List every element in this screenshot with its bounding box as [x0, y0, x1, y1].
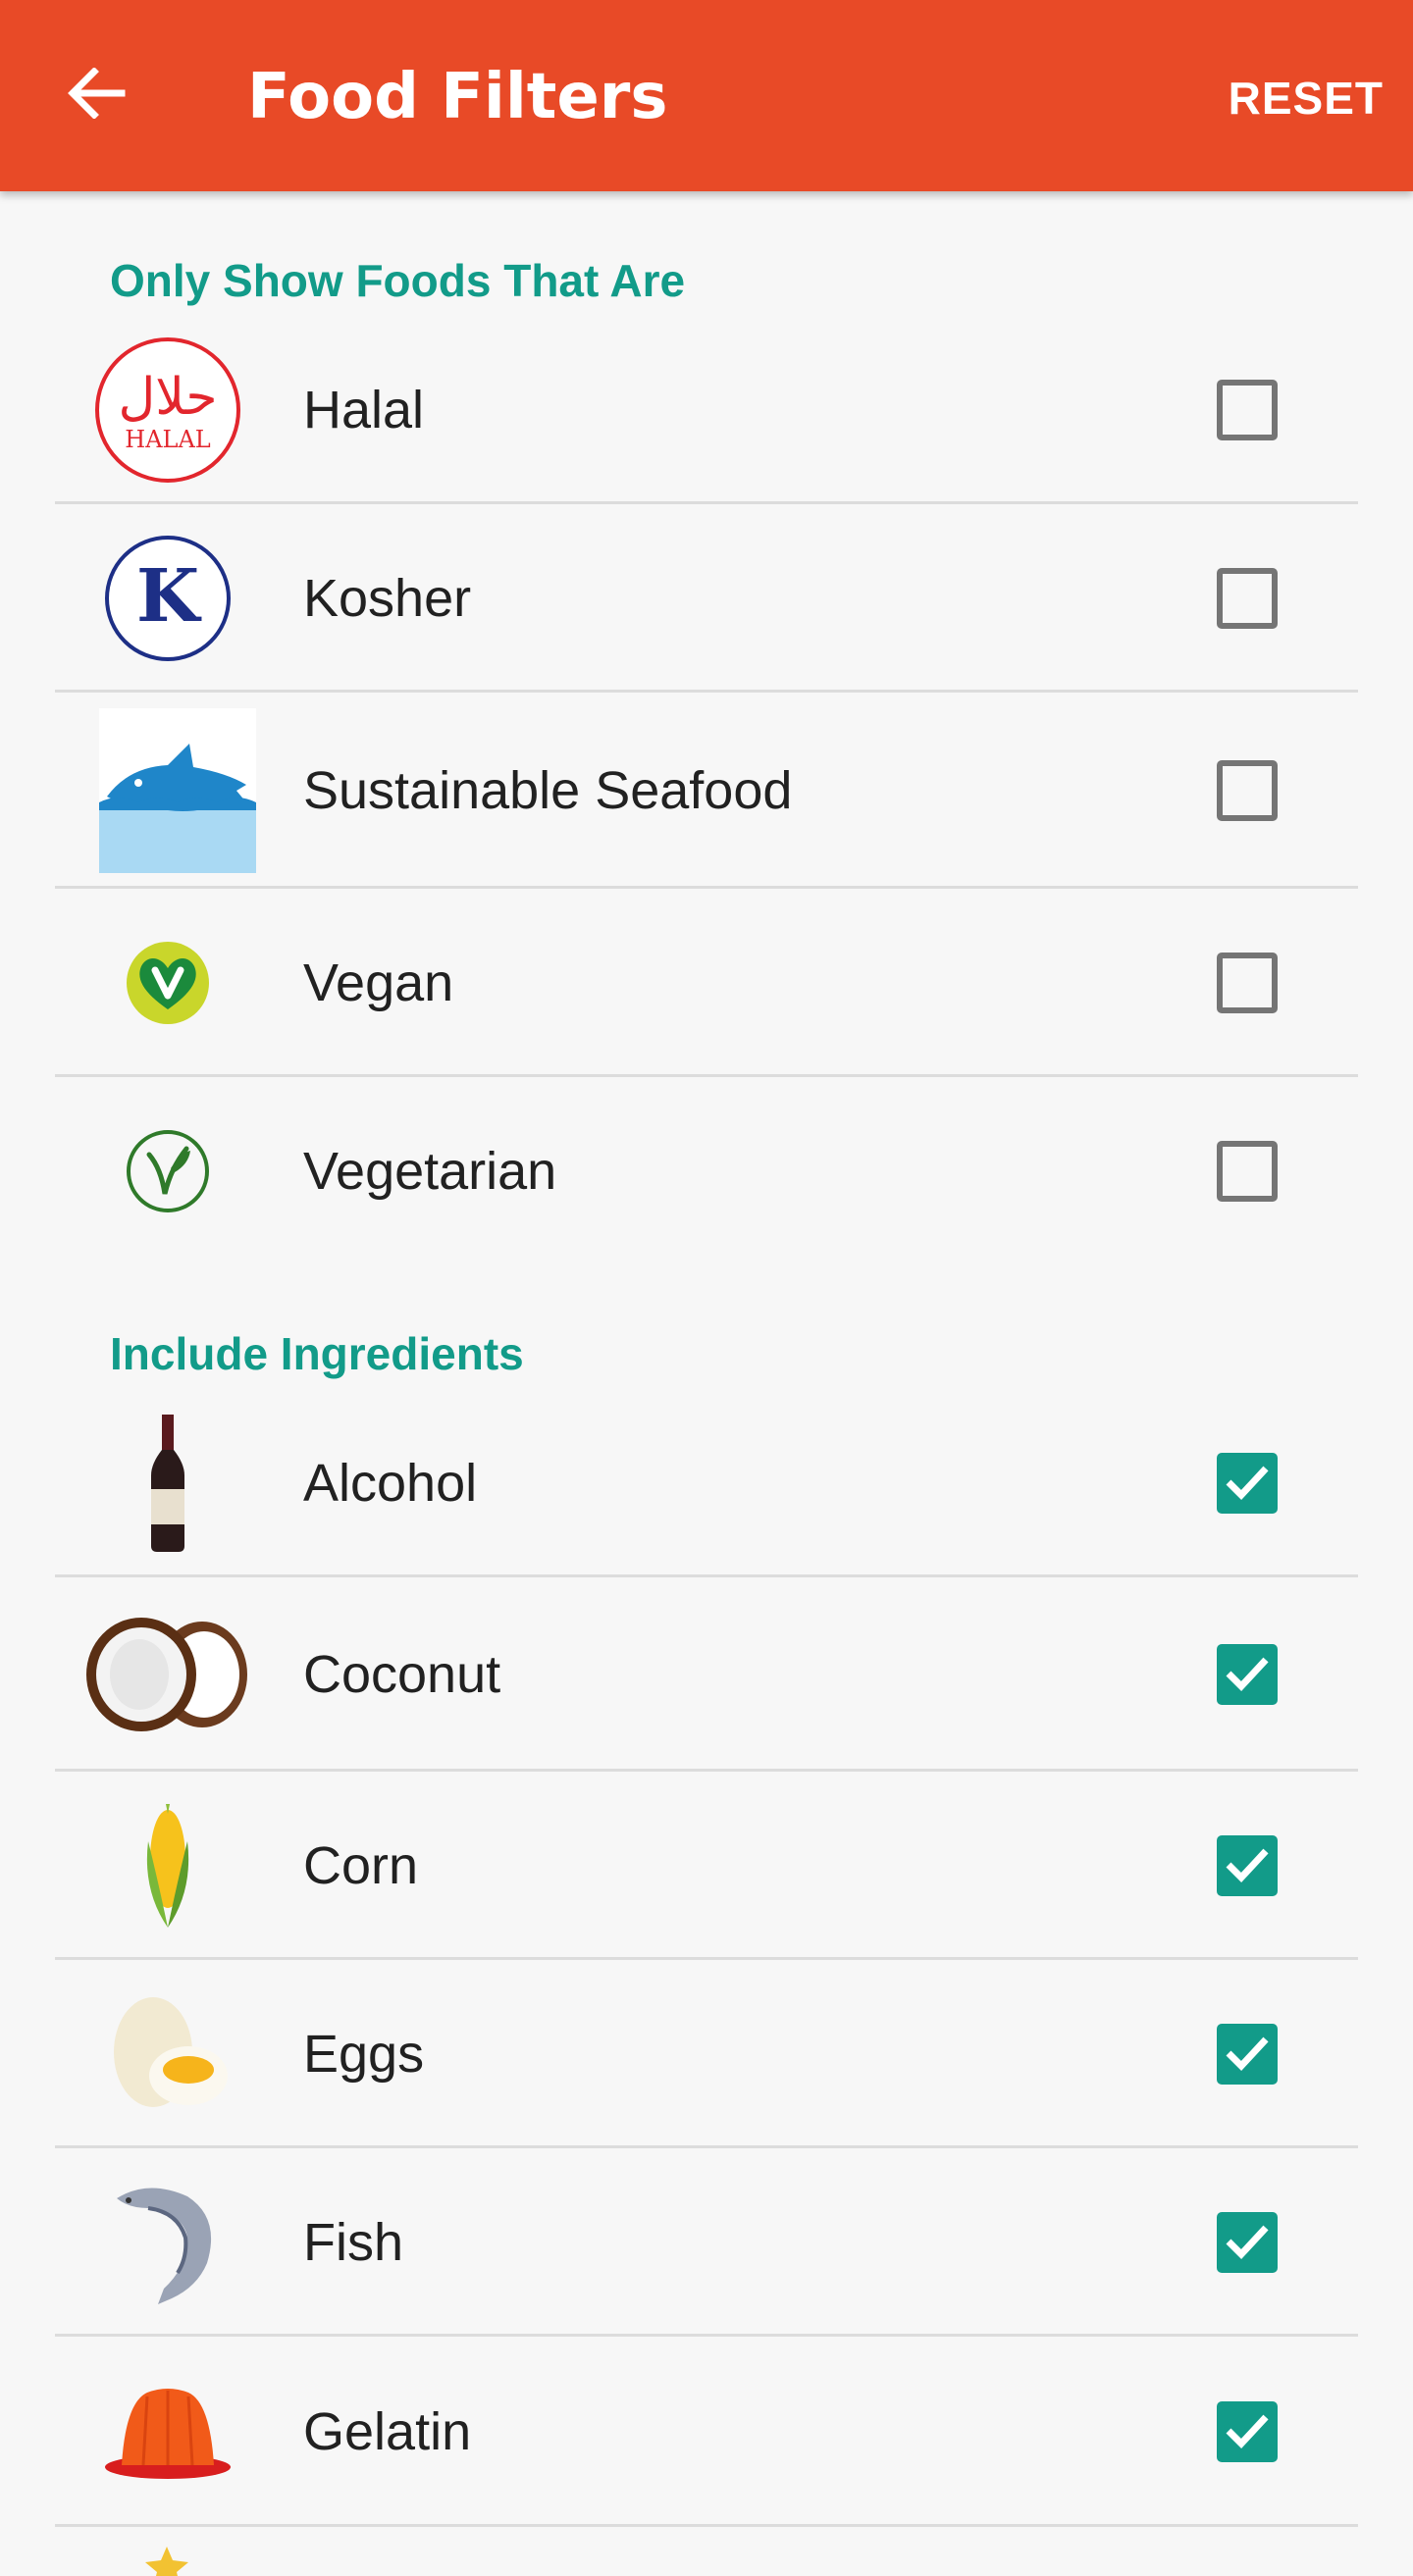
coconut-icon [55, 1577, 281, 1772]
filter-label: Coconut [303, 1645, 501, 1704]
filter-label: Corn [303, 1836, 419, 1895]
divider [55, 2524, 1358, 2527]
halal-checkbox[interactable] [1217, 380, 1278, 440]
vegan-icon [55, 889, 281, 1077]
sustainable-seafood-icon [99, 693, 256, 889]
reset-button[interactable]: RESET [1229, 69, 1384, 128]
vegetarian-checkbox[interactable] [1217, 1141, 1278, 1202]
kosher-checkbox[interactable] [1217, 568, 1278, 629]
vegetarian-icon [55, 1077, 281, 1265]
filter-row-gelatin[interactable]: Gelatin [55, 2337, 1358, 2527]
filter-label: Alcohol [303, 1454, 478, 1513]
sustainable-seafood-checkbox[interactable] [1217, 760, 1278, 821]
filter-row-sustainable-seafood[interactable]: Sustainable Seafood [55, 693, 1358, 889]
filter-row-vegetarian[interactable]: Vegetarian [55, 1077, 1358, 1265]
fish-checkbox[interactable] [1217, 2212, 1278, 2273]
back-button[interactable] [54, 54, 137, 137]
page-title: Food Filters [247, 61, 668, 133]
section-title-only-show: Only Show Foods That Are [110, 255, 686, 306]
filter-label: Eggs [303, 2025, 425, 2084]
gelatin-icon [55, 2337, 281, 2527]
eggs-icon [55, 1960, 281, 2148]
filter-label: Kosher [303, 569, 472, 628]
filter-label: Vegan [303, 953, 454, 1012]
partial-next-item-icon [137, 2547, 196, 2576]
section-title-include-ingredients: Include Ingredients [110, 1328, 524, 1379]
filter-row-alcohol[interactable]: Alcohol [55, 1389, 1358, 1577]
halal-latin-text: HALAL [125, 426, 211, 453]
coconut-checkbox[interactable] [1217, 1644, 1278, 1705]
halal-arabic-text: حلال [119, 368, 218, 427]
filter-row-corn[interactable]: Corn [55, 1772, 1358, 1960]
kosher-icon: K [55, 504, 281, 693]
wine-bottle-icon [55, 1389, 281, 1577]
corn-checkbox[interactable] [1217, 1835, 1278, 1896]
filter-label: Gelatin [303, 2402, 472, 2461]
eggs-checkbox[interactable] [1217, 2024, 1278, 2085]
filter-row-fish[interactable]: Fish [55, 2148, 1358, 2337]
filter-label: Sustainable Seafood [303, 761, 793, 820]
corn-icon [55, 1772, 281, 1960]
filter-row-eggs[interactable]: Eggs [55, 1960, 1358, 2148]
alcohol-checkbox[interactable] [1217, 1453, 1278, 1514]
filter-row-halal[interactable]: حلال HALAL Halal [55, 316, 1358, 504]
arrow-left-icon [67, 67, 126, 124]
vegan-checkbox[interactable] [1217, 953, 1278, 1013]
filter-label: Fish [303, 2213, 404, 2272]
filter-row-coconut[interactable]: Coconut [55, 1577, 1358, 1772]
kosher-letter: K [136, 554, 202, 639]
filter-row-kosher[interactable]: K Kosher [55, 504, 1358, 693]
filter-row-vegan[interactable]: Vegan [55, 889, 1358, 1077]
gelatin-checkbox[interactable] [1217, 2401, 1278, 2462]
fish-icon [55, 2148, 281, 2337]
halal-icon: حلال HALAL [55, 316, 281, 504]
filter-label: Vegetarian [303, 1142, 557, 1201]
filter-label: Halal [303, 381, 425, 439]
app-bar: Food Filters RESET [0, 0, 1413, 191]
